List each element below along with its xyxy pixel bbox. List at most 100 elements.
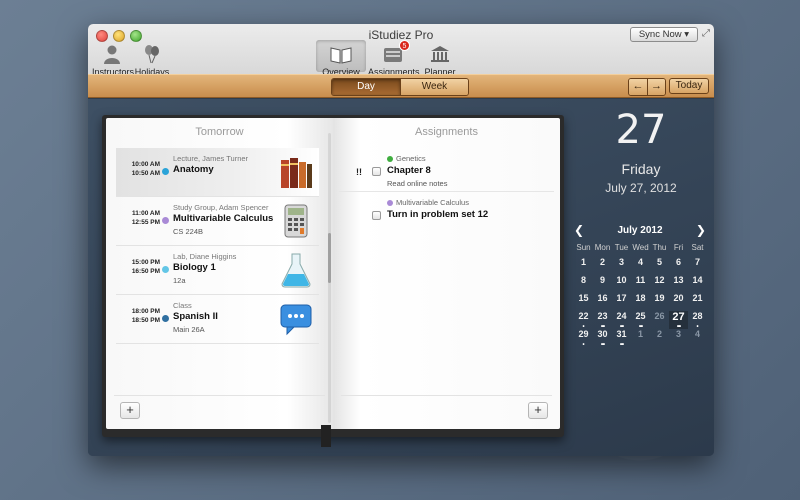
previous-day-button[interactable]: ← [629, 79, 647, 95]
next-day-button[interactable]: → [647, 79, 665, 95]
app-window: iStudiez Pro Sync Now ▾ ⤢ Instructors Ho… [88, 24, 714, 456]
calendar-day[interactable]: 26 [650, 311, 669, 329]
calendar-day[interactable]: 11 [631, 275, 650, 293]
open-book-icon [316, 42, 366, 64]
calendar-day[interactable]: 12 [650, 275, 669, 293]
calendar-day[interactable]: 15 [574, 293, 593, 311]
weekday-header: Tue [614, 243, 629, 252]
page-divider [341, 395, 552, 396]
complete-checkbox[interactable] [372, 167, 381, 176]
weekday-header: Sat [691, 243, 704, 252]
add-class-button[interactable]: + [120, 402, 140, 419]
course-color-dot [162, 315, 169, 322]
assignment-title: Turn in problem set 12 [387, 209, 489, 220]
calendar-day[interactable]: 5 [650, 257, 669, 275]
calendar-day[interactable]: 17 [612, 293, 631, 311]
date-sidebar: 27 Friday July 27, 2012 ❮ July 2012 ❯ Su… [568, 99, 714, 456]
calendar-day[interactable]: 21 [688, 293, 707, 311]
calendar-day[interactable]: 10 [612, 275, 631, 293]
calendar-day[interactable]: 2 [593, 257, 612, 275]
planner-tab[interactable]: Planner [420, 42, 460, 77]
calendar-day[interactable]: 1 [574, 257, 593, 275]
weekday-label: Friday [621, 161, 661, 177]
calendar-day[interactable]: 20 [669, 293, 688, 311]
calendar-day[interactable]: 30 [593, 329, 612, 348]
assignments-page: Assignments Genetics !! Chapter 8 Read o… [333, 118, 560, 429]
course-color-dot [162, 266, 169, 273]
calendar-day[interactable]: 3 [669, 329, 688, 347]
calendar-day[interactable]: 7 [688, 257, 707, 275]
fullscreen-icon[interactable]: ⤢ [702, 28, 710, 39]
calendar-day[interactable]: 13 [669, 275, 688, 293]
event-row[interactable]: 18:00 PM 18:50 PM Class Spanish II Main 2… [116, 295, 319, 344]
calendar-day[interactable]: 19 [650, 293, 669, 311]
day-view-button[interactable]: Day [332, 79, 400, 95]
calendar-day[interactable]: 14 [688, 275, 707, 293]
event-name: Anatomy [173, 164, 214, 175]
calendar-day[interactable]: 3 [612, 257, 631, 275]
notebook: Tomorrow 10:00 AM 10:50 AM Lecture, James… [102, 115, 564, 447]
calendar-day[interactable]: 25 [631, 311, 650, 330]
priority-marker: !! [356, 167, 362, 177]
sync-now-button[interactable]: Sync Now ▾ [629, 27, 698, 42]
view-segmented-control: Day Week [331, 78, 469, 96]
calendar-day[interactable]: 2 [650, 329, 669, 347]
week-view-button[interactable]: Week [400, 79, 468, 95]
assignment-title: Chapter 8 [387, 165, 431, 176]
calendar-day[interactable]: 8 [574, 275, 593, 293]
assignment-note: Read online notes [387, 179, 448, 188]
course-color-dot [162, 217, 169, 224]
assignment-course: Genetics [387, 154, 426, 163]
add-assignment-button[interactable]: + [528, 402, 548, 419]
today-button[interactable]: Today [669, 78, 709, 94]
mini-calendar: ❮ July 2012 ❯ Sun Mon Tue Wed Thu Fri Sa… [574, 223, 707, 348]
view-bar: Day Week ← → Today [88, 74, 714, 98]
event-times: 15:00 PM 16:50 PM [131, 259, 160, 275]
calendar-day[interactable]: 18 [631, 293, 650, 311]
overview-tab[interactable]: Overview [316, 40, 366, 77]
balloons-icon [134, 42, 170, 64]
calendar-grid: Sun Mon Tue Wed Thu Fri Sat 1 2 3 4 5 6 … [574, 243, 707, 348]
schedule-scrollbar[interactable] [328, 133, 331, 423]
instructors-button[interactable]: Instructors [92, 42, 134, 77]
event-times: 10:00 AM 10:50 AM [131, 161, 160, 177]
complete-checkbox[interactable] [372, 211, 381, 220]
holidays-button[interactable]: Holidays [134, 42, 170, 77]
assignment-row[interactable]: Genetics !! Chapter 8 Read online notes [339, 148, 554, 192]
assignments-title: Assignments [415, 126, 478, 138]
calendar-day[interactable]: 16 [593, 293, 612, 311]
calendar-day[interactable]: 24 [612, 311, 631, 330]
course-color-dot [162, 168, 169, 175]
previous-month-button[interactable]: ❮ [574, 223, 584, 237]
calendar-day[interactable]: 28 [688, 311, 707, 330]
event-row[interactable]: 10:00 AM 10:50 AM Lecture, James Turner A… [116, 148, 319, 197]
page-divider [114, 395, 325, 396]
person-icon [92, 42, 132, 64]
calendar-day[interactable]: 22 [574, 311, 593, 330]
assignments-icon: 5 [368, 40, 418, 64]
scroll-thumb[interactable] [328, 233, 331, 283]
event-type: Lab, Diane Higgins [173, 252, 237, 261]
main-content: Tomorrow 10:00 AM 10:50 AM Lecture, James… [88, 99, 714, 456]
event-row[interactable]: 15:00 PM 16:50 PM Lab, Diane Higgins Biol… [116, 246, 319, 295]
course-color-dot [387, 199, 393, 206]
calendar-day[interactable]: 23 [593, 311, 612, 330]
weekday-header: Wed [632, 243, 649, 252]
next-month-button[interactable]: ❯ [696, 223, 706, 237]
calendar-day[interactable]: 29 [574, 329, 593, 348]
calendar-day-today[interactable]: 27 [669, 311, 688, 330]
calendar-day[interactable]: 9 [593, 275, 612, 293]
calendar-day[interactable]: 6 [669, 257, 688, 275]
assignment-row[interactable]: Multivariable Calculus Turn in problem s… [339, 192, 554, 230]
calendar-day[interactable]: 31 [612, 329, 631, 348]
event-room: 12a [173, 276, 186, 285]
weekday-header: Sun [576, 243, 591, 252]
calendar-day[interactable]: 1 [631, 329, 650, 347]
assignments-tab[interactable]: 5 Assignments [368, 40, 420, 77]
event-room: CS 224B [173, 227, 204, 236]
schedule-title: Tomorrow [195, 126, 244, 138]
title-bar: iStudiez Pro Sync Now ▾ ⤢ Instructors Ho… [88, 24, 714, 98]
event-row[interactable]: 11:00 AM 12:55 PM Study Group, Adam Spenc… [116, 197, 319, 246]
calendar-day[interactable]: 4 [631, 257, 650, 275]
calendar-day[interactable]: 4 [688, 329, 707, 347]
